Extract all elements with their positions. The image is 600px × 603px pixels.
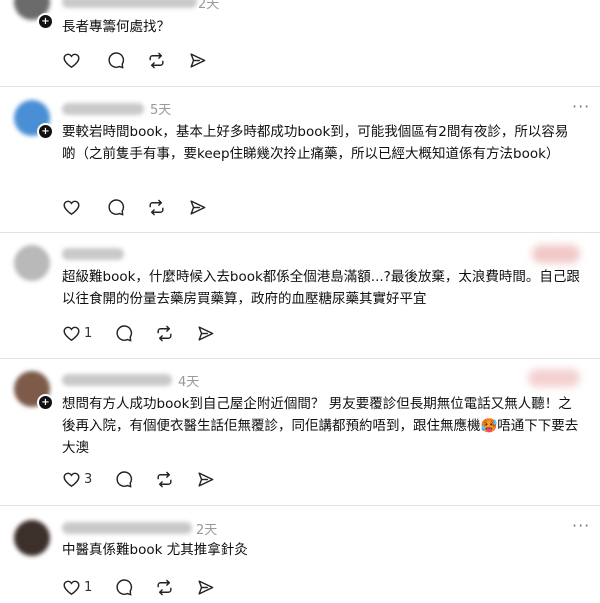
post-text: 想問有方人成功book到自己屋企附近個間？ 男友要覆診但長期無位電話又無人聽！之…	[62, 396, 579, 456]
repost-icon	[157, 471, 172, 487]
post-text: 中醫真係難book 尤其推拿針灸	[62, 542, 248, 558]
avatar[interactable]	[14, 520, 50, 556]
share-button[interactable]	[196, 324, 215, 343]
post-text: 長者專籌何處找？	[62, 19, 170, 35]
repost-button[interactable]	[147, 51, 166, 70]
repost-icon	[157, 325, 172, 341]
repost-icon	[149, 52, 164, 68]
repost-icon	[157, 579, 172, 595]
post-2: + tommy_chan_92 5天 ··· 要較岩時間book，基本上好多時都…	[0, 87, 600, 232]
more-icon[interactable]: ···	[572, 516, 590, 535]
post-text: 要較岩時間book，基本上好多時都成功book到，可能我個區有2間有夜診，所以容…	[62, 124, 569, 162]
share-button[interactable]	[188, 51, 207, 70]
username[interactable]: goodwill_kwong	[62, 0, 197, 8]
username[interactable]: dongwongli1980	[62, 522, 192, 534]
comment-icon	[116, 324, 133, 342]
like-count: 3	[84, 471, 93, 487]
like-count: 1	[84, 579, 93, 595]
share-icon	[198, 471, 214, 487]
share-icon	[198, 579, 214, 595]
post-time: 5天	[150, 103, 172, 118]
username[interactable]: lokki_chungman	[62, 374, 172, 386]
follow-plus-icon[interactable]: +	[37, 13, 54, 30]
like-button[interactable]: 3	[62, 470, 92, 489]
share-button[interactable]	[188, 198, 207, 217]
comment-icon	[108, 51, 125, 69]
repost-button[interactable]	[155, 324, 174, 343]
post-4: + lokki_chungman 4天 想問有方人成功book到自己屋企附近個間…	[0, 359, 600, 505]
share-icon	[198, 325, 214, 341]
heart-icon	[63, 326, 80, 341]
comment-button[interactable]	[114, 470, 133, 489]
post-time: 4天	[178, 375, 200, 390]
post-actions: 3	[62, 469, 237, 489]
post-time: 2天	[196, 523, 218, 538]
post-time: 2天	[198, 0, 220, 12]
like-count: 1	[84, 325, 93, 341]
comment-icon	[116, 578, 133, 596]
post-actions: 1	[62, 323, 237, 343]
post-actions	[62, 197, 229, 217]
username[interactable]: pigmy	[62, 248, 124, 260]
like-button[interactable]: 1	[62, 578, 92, 597]
post-text: 超級難book，什麼時候入去book都係全個港島滿額...?最後放棄，太浪費時間…	[62, 269, 580, 307]
like-button[interactable]: 1	[62, 324, 92, 343]
share-button[interactable]	[196, 578, 215, 597]
post-3: pigmy 超級難book，什麼時候入去book都係全個港島滿額...?最後放棄…	[0, 233, 600, 358]
repost-button[interactable]	[155, 578, 174, 597]
username[interactable]: tommy_chan_92	[62, 103, 144, 115]
comment-icon	[116, 470, 133, 488]
follow-plus-icon[interactable]: +	[37, 123, 54, 140]
repost-icon	[149, 199, 164, 215]
heart-icon	[63, 200, 80, 215]
heart-icon	[63, 580, 80, 595]
avatar[interactable]	[14, 245, 50, 281]
follow-plus-icon[interactable]: +	[37, 394, 54, 411]
comment-button[interactable]	[114, 578, 133, 597]
blurred-badge	[532, 245, 580, 263]
blurred-badge	[528, 369, 580, 387]
comment-button[interactable]	[106, 51, 125, 70]
share-icon	[190, 52, 206, 68]
heart-icon	[63, 472, 80, 487]
more-icon[interactable]: ···	[572, 97, 590, 116]
heart-icon	[63, 53, 80, 68]
comment-button[interactable]	[106, 198, 125, 217]
post-1: + goodwill_kwong 2天 長者專籌何處找？	[0, 0, 600, 90]
like-button[interactable]	[62, 51, 84, 70]
post-actions	[62, 50, 229, 70]
repost-button[interactable]	[147, 198, 166, 217]
comment-button[interactable]	[114, 324, 133, 343]
share-button[interactable]	[196, 470, 215, 489]
like-button[interactable]	[62, 198, 84, 217]
repost-button[interactable]	[155, 470, 174, 489]
comment-icon	[108, 198, 125, 216]
post-actions: 1	[62, 577, 237, 597]
post-5: dongwongli1980 2天 ··· 中醫真係難book 尤其推拿針灸 1	[0, 506, 600, 603]
share-icon	[190, 199, 206, 215]
